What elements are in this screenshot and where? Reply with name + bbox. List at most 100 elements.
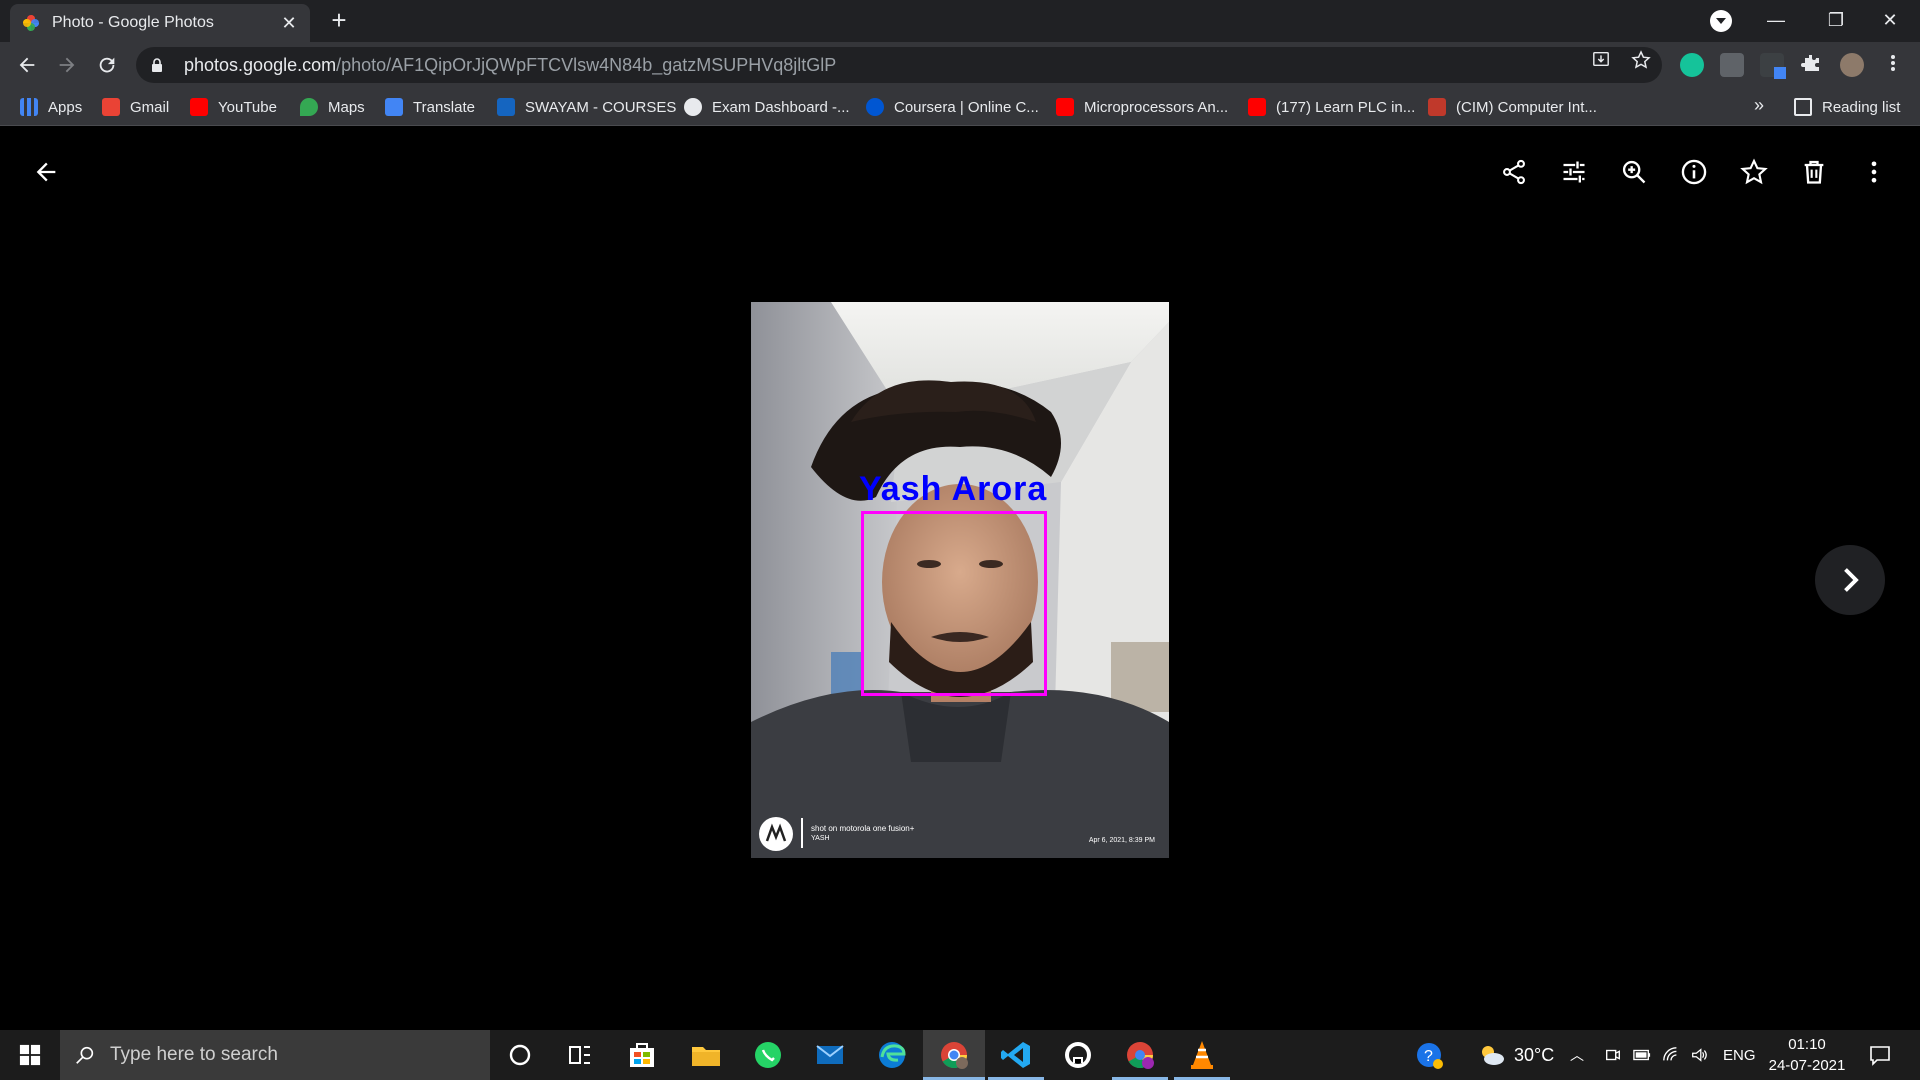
bookmarks-more-button[interactable]: » (1754, 95, 1764, 116)
meet-now-icon[interactable] (1604, 1030, 1622, 1080)
address-bar[interactable]: photos.google.com/photo/AF1QipOrJjQWpFTC… (136, 47, 1662, 83)
star-icon (1740, 158, 1768, 185)
youtube-icon (1248, 98, 1266, 116)
bookmark-apps[interactable]: Apps (20, 95, 82, 119)
mail-icon[interactable] (812, 1037, 848, 1073)
translate-icon (385, 98, 403, 116)
next-photo-button[interactable] (1815, 545, 1885, 615)
language-indicator[interactable]: ENG (1723, 1030, 1756, 1080)
extension-printer-icon[interactable] (1720, 53, 1744, 77)
new-tab-button[interactable]: + (325, 6, 353, 34)
chrome-menu-icon[interactable] (1882, 53, 1904, 75)
bookmark-label: Gmail (130, 98, 170, 116)
bookmark-gmail[interactable]: Gmail (102, 95, 169, 119)
file-explorer-icon[interactable] (688, 1037, 724, 1073)
start-button[interactable] (0, 1030, 60, 1080)
forward-button[interactable] (52, 50, 82, 80)
face-detection-box (861, 511, 1047, 696)
chrome-profile-icon[interactable] (1122, 1037, 1158, 1073)
bookmark-exam-dashboard[interactable]: Exam Dashboard -... (684, 95, 850, 119)
watermark-divider (801, 818, 803, 848)
grammarly-icon[interactable] (1680, 53, 1704, 77)
action-center-icon[interactable] (1868, 1030, 1892, 1080)
taskbar-search-box[interactable]: Type here to search (60, 1030, 490, 1080)
close-window-button[interactable]: ✕ (1860, 0, 1920, 42)
github-desktop-icon[interactable] (1060, 1037, 1096, 1073)
gmail-icon (102, 98, 120, 116)
svg-text:?: ? (1424, 1048, 1433, 1065)
weather-widget[interactable]: 30°C (1476, 1030, 1554, 1080)
extensions-puzzle-icon[interactable] (1800, 53, 1822, 75)
arrow-left-icon (19, 57, 35, 73)
search-placeholder: Type here to search (110, 1044, 278, 1065)
wifi-icon[interactable] (1662, 1030, 1680, 1080)
camera-watermark: shot on motorola one fusion+ YASH Apr 6,… (757, 814, 1163, 852)
bookmark-label: (177) Learn PLC in... (1276, 98, 1416, 116)
edit-button[interactable] (1554, 152, 1594, 192)
back-to-photos-button[interactable] (26, 152, 66, 192)
bookmark-coursera[interactable]: Coursera | Online C... (866, 95, 1039, 119)
bookmark-youtube[interactable]: YouTube (190, 95, 277, 119)
extension-pen-icon[interactable] (1760, 53, 1786, 79)
bookmark-star-icon[interactable] (1630, 50, 1652, 72)
more-options-button[interactable] (1854, 152, 1894, 192)
bookmark-label: Maps (328, 98, 365, 116)
reading-list-icon (1794, 98, 1812, 116)
weather-temp: 30°C (1514, 1044, 1555, 1065)
chrome-icon[interactable] (936, 1037, 972, 1073)
restore-button[interactable]: ❐ (1806, 0, 1866, 42)
task-view-icon[interactable] (562, 1037, 598, 1073)
url-path: /photo/AF1QipOrJjQWpFTCVlsw4N84b_gatzMSU… (336, 54, 837, 75)
tab-search-icon[interactable] (1710, 10, 1732, 32)
bookmark-swayam[interactable]: SWAYAM - COURSES (497, 95, 676, 119)
install-app-icon[interactable] (1590, 50, 1612, 72)
arrow-back-icon (36, 162, 56, 182)
watermark-author: YASH (811, 835, 830, 842)
whatsapp-icon[interactable] (750, 1037, 786, 1073)
cim-icon (1428, 98, 1446, 116)
edge-icon[interactable] (874, 1037, 910, 1073)
photo-image: Yash Arora shot on motorola one fusion+ … (751, 302, 1169, 858)
bookmark-learn-plc[interactable]: (177) Learn PLC in... (1248, 95, 1415, 119)
info-button[interactable] (1674, 152, 1714, 192)
bookmark-microprocessors[interactable]: Microprocessors An... (1056, 95, 1228, 119)
battery-icon[interactable] (1632, 1030, 1652, 1080)
tab-title: Photo - Google Photos (52, 14, 214, 31)
watermark-date: Apr 6, 2021, 8:39 PM (1088, 837, 1155, 844)
bookmark-maps[interactable]: Maps (300, 95, 365, 119)
bookmark-cim[interactable]: (CIM) Computer Int... (1428, 95, 1597, 119)
tab-google-photos[interactable]: Photo - Google Photos ✕ (10, 4, 310, 42)
profile-avatar[interactable] (1840, 53, 1864, 77)
tab-close-icon[interactable]: ✕ (280, 13, 298, 34)
lock-icon (152, 58, 162, 72)
reload-icon (99, 57, 115, 73)
clock-time: 01:10 (1788, 1036, 1826, 1053)
vscode-icon[interactable] (998, 1037, 1034, 1073)
share-button[interactable] (1494, 152, 1534, 192)
taskbar-clock[interactable]: 01:10 24-07-2021 (1762, 1034, 1852, 1076)
show-hidden-icons-chevron-icon[interactable]: ︿ (1570, 1030, 1584, 1080)
windows-logo-icon (19, 1044, 41, 1066)
bookmark-label: SWAYAM - COURSES (525, 98, 677, 116)
youtube-icon (190, 98, 208, 116)
vlc-icon[interactable] (1184, 1037, 1220, 1073)
photo-viewer: Yash Arora shot on motorola one fusion+ … (0, 127, 1920, 1030)
volume-icon[interactable] (1690, 1030, 1708, 1080)
back-button[interactable] (12, 50, 42, 80)
favorite-button[interactable] (1734, 152, 1774, 192)
bookmark-translate[interactable]: Translate (385, 95, 475, 119)
bookmark-label: Translate (413, 98, 475, 116)
microsoft-store-icon[interactable] (624, 1037, 660, 1073)
minimize-button[interactable]: — (1746, 0, 1806, 42)
tune-icon (1563, 161, 1585, 183)
partly-cloudy-icon (1482, 1046, 1504, 1065)
reading-list-button[interactable]: Reading list (1794, 95, 1900, 119)
cortana-icon[interactable] (502, 1037, 538, 1073)
windows-taskbar: Type here to search ? 30°C ︿ ENG 01:10 2… (0, 1030, 1920, 1080)
delete-button[interactable] (1794, 152, 1834, 192)
zoom-button[interactable] (1614, 152, 1654, 192)
help-icon[interactable]: ? (1414, 1030, 1444, 1080)
reload-button[interactable] (92, 50, 122, 80)
motorola-logo-icon (759, 817, 793, 851)
reading-list-label: Reading list (1822, 98, 1901, 116)
